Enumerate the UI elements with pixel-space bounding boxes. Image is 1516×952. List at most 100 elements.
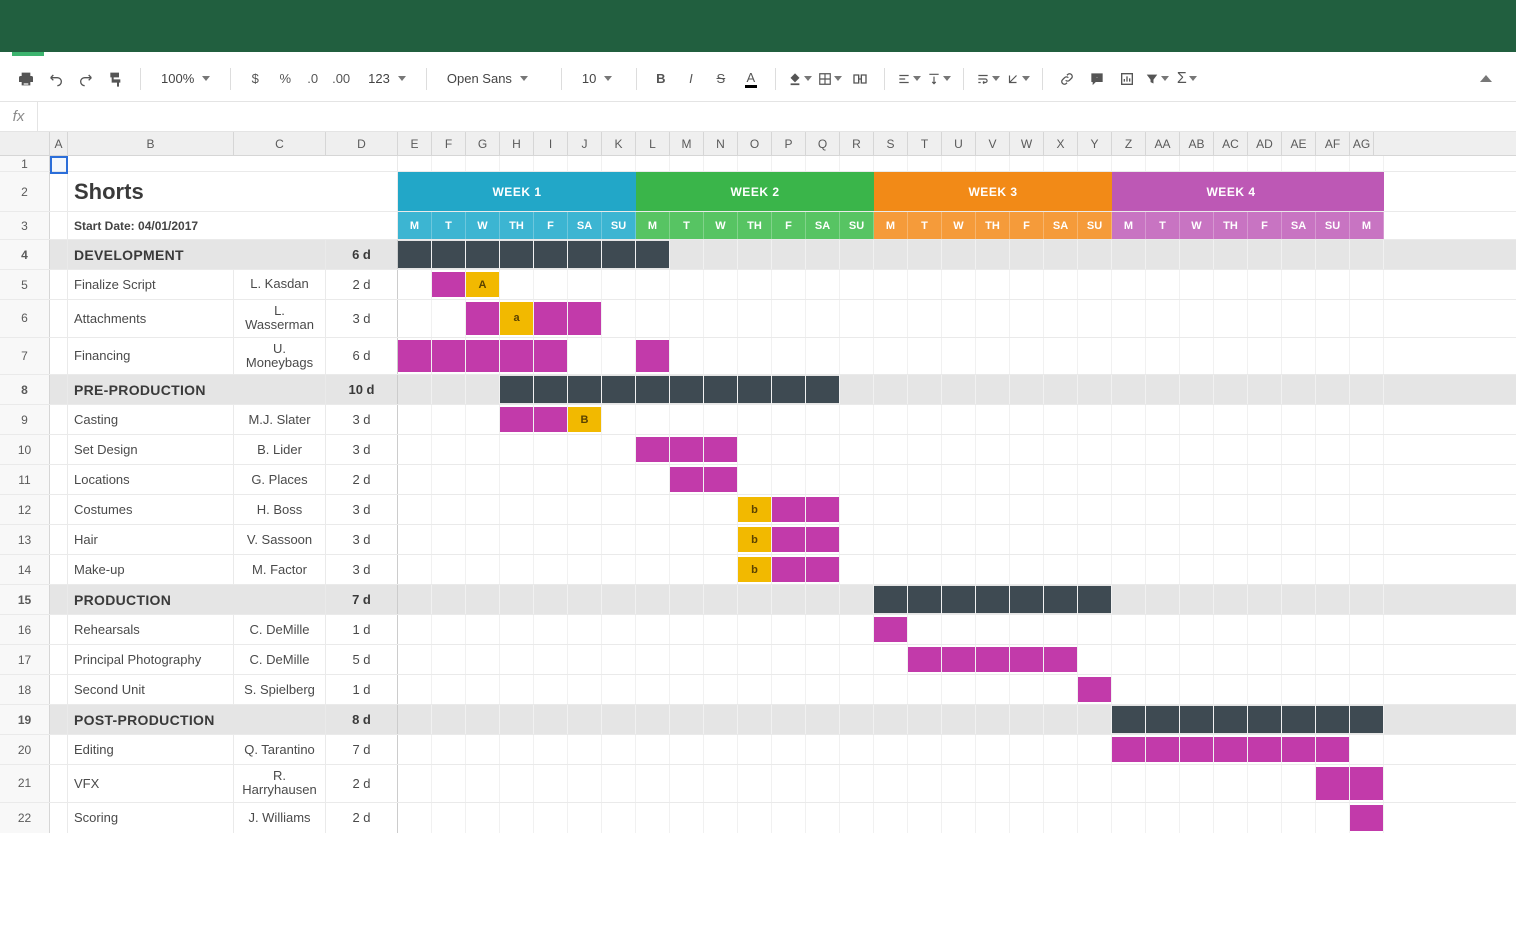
day-header[interactable]: T xyxy=(1146,212,1180,239)
task-owner[interactable]: B. Lider xyxy=(234,435,326,464)
day-header[interactable]: M xyxy=(1350,212,1384,239)
day-header[interactable]: SU xyxy=(840,212,874,239)
column-header[interactable]: AA xyxy=(1146,132,1180,155)
task-name[interactable]: VFX xyxy=(68,765,234,802)
cell[interactable] xyxy=(50,675,68,704)
format-percent-button[interactable]: % xyxy=(273,67,297,91)
row-number[interactable]: 8 xyxy=(0,375,50,404)
undo-icon[interactable] xyxy=(44,67,68,91)
cell[interactable] xyxy=(50,240,68,269)
task-duration[interactable]: 2 d xyxy=(326,803,398,833)
row-number[interactable]: 11 xyxy=(0,465,50,494)
font-dropdown[interactable]: Open Sans xyxy=(439,66,549,92)
day-header[interactable]: SA xyxy=(1282,212,1316,239)
task-owner[interactable]: M.J. Slater xyxy=(234,405,326,434)
row-number[interactable]: 1 xyxy=(0,156,50,171)
sheet-grid[interactable]: 12ShortsWEEK 1WEEK 2WEEK 3WEEK 43Start D… xyxy=(0,156,1516,833)
cell[interactable] xyxy=(50,705,68,734)
week-header[interactable]: WEEK 1 xyxy=(398,172,636,211)
day-header[interactable]: M xyxy=(1112,212,1146,239)
task-duration[interactable]: 3 d xyxy=(326,525,398,554)
day-header[interactable]: M xyxy=(636,212,670,239)
task-name[interactable]: Set Design xyxy=(68,435,234,464)
day-header[interactable]: M xyxy=(398,212,432,239)
task-name[interactable]: Financing xyxy=(68,338,234,375)
h-align-button[interactable] xyxy=(897,67,921,91)
fill-color-button[interactable] xyxy=(788,67,812,91)
filter-icon[interactable] xyxy=(1145,67,1169,91)
task-name[interactable]: Make-up xyxy=(68,555,234,584)
cell[interactable] xyxy=(50,555,68,584)
row-number[interactable]: 19 xyxy=(0,705,50,734)
day-header[interactable]: W xyxy=(942,212,976,239)
task-name[interactable]: Attachments xyxy=(68,300,234,337)
column-header[interactable]: F xyxy=(432,132,466,155)
row-number[interactable]: 15 xyxy=(0,585,50,614)
task-owner[interactable]: S. Spielberg xyxy=(234,675,326,704)
column-header[interactable]: L xyxy=(636,132,670,155)
collapse-toolbar-icon[interactable] xyxy=(1480,75,1492,82)
day-header[interactable]: SU xyxy=(1316,212,1350,239)
task-owner[interactable]: G. Places xyxy=(234,465,326,494)
column-header[interactable]: AB xyxy=(1180,132,1214,155)
task-owner[interactable]: L. Wasserman xyxy=(234,300,326,337)
column-header[interactable]: T xyxy=(908,132,942,155)
row-number[interactable]: 21 xyxy=(0,765,50,802)
day-header[interactable]: SA xyxy=(806,212,840,239)
section-name[interactable]: PRODUCTION xyxy=(68,585,326,614)
task-name[interactable]: Editing xyxy=(68,735,234,764)
column-header[interactable]: V xyxy=(976,132,1010,155)
column-header[interactable]: S xyxy=(874,132,908,155)
select-all-corner[interactable] xyxy=(0,132,50,155)
column-header[interactable]: N xyxy=(704,132,738,155)
cell[interactable] xyxy=(50,300,68,337)
borders-button[interactable] xyxy=(818,67,842,91)
row-number[interactable]: 6 xyxy=(0,300,50,337)
task-name[interactable]: Costumes xyxy=(68,495,234,524)
row-number[interactable]: 9 xyxy=(0,405,50,434)
cell[interactable] xyxy=(50,212,68,239)
column-header[interactable]: R xyxy=(840,132,874,155)
bold-button[interactable]: B xyxy=(649,67,673,91)
row-number[interactable]: 22 xyxy=(0,803,50,833)
start-date-label[interactable]: Start Date: 04/01/2017 xyxy=(68,212,398,239)
task-duration[interactable]: 3 d xyxy=(326,435,398,464)
row-number[interactable]: 14 xyxy=(0,555,50,584)
row-number[interactable]: 7 xyxy=(0,338,50,375)
text-color-button[interactable]: A xyxy=(739,67,763,91)
day-header[interactable]: W xyxy=(466,212,500,239)
week-header[interactable]: WEEK 3 xyxy=(874,172,1112,211)
column-header[interactable]: X xyxy=(1044,132,1078,155)
formula-input[interactable] xyxy=(38,102,1516,131)
cell[interactable] xyxy=(50,585,68,614)
task-owner[interactable]: C. DeMille xyxy=(234,645,326,674)
day-header[interactable]: F xyxy=(772,212,806,239)
day-header[interactable]: SU xyxy=(602,212,636,239)
cell[interactable] xyxy=(50,435,68,464)
task-duration[interactable]: 6 d xyxy=(326,240,398,269)
column-header[interactable]: K xyxy=(602,132,636,155)
column-header[interactable]: AD xyxy=(1248,132,1282,155)
print-icon[interactable] xyxy=(14,67,38,91)
task-duration[interactable]: 7 d xyxy=(326,735,398,764)
column-header[interactable]: Z xyxy=(1112,132,1146,155)
row-number[interactable]: 13 xyxy=(0,525,50,554)
task-name[interactable]: Principal Photography xyxy=(68,645,234,674)
task-owner[interactable]: H. Boss xyxy=(234,495,326,524)
row-number[interactable]: 16 xyxy=(0,615,50,644)
task-owner[interactable]: C. DeMille xyxy=(234,615,326,644)
task-duration[interactable]: 1 d xyxy=(326,615,398,644)
insert-link-icon[interactable] xyxy=(1055,67,1079,91)
day-header[interactable]: F xyxy=(1010,212,1044,239)
task-duration[interactable]: 8 d xyxy=(326,705,398,734)
task-name[interactable]: Casting xyxy=(68,405,234,434)
column-header[interactable]: B xyxy=(68,132,234,155)
task-duration[interactable]: 3 d xyxy=(326,300,398,337)
task-duration[interactable]: 2 d xyxy=(326,270,398,299)
column-header[interactable]: W xyxy=(1010,132,1044,155)
insert-comment-icon[interactable] xyxy=(1085,67,1109,91)
row-number[interactable]: 10 xyxy=(0,435,50,464)
task-duration[interactable]: 7 d xyxy=(326,585,398,614)
column-header[interactable]: Y xyxy=(1078,132,1112,155)
cell[interactable] xyxy=(50,735,68,764)
